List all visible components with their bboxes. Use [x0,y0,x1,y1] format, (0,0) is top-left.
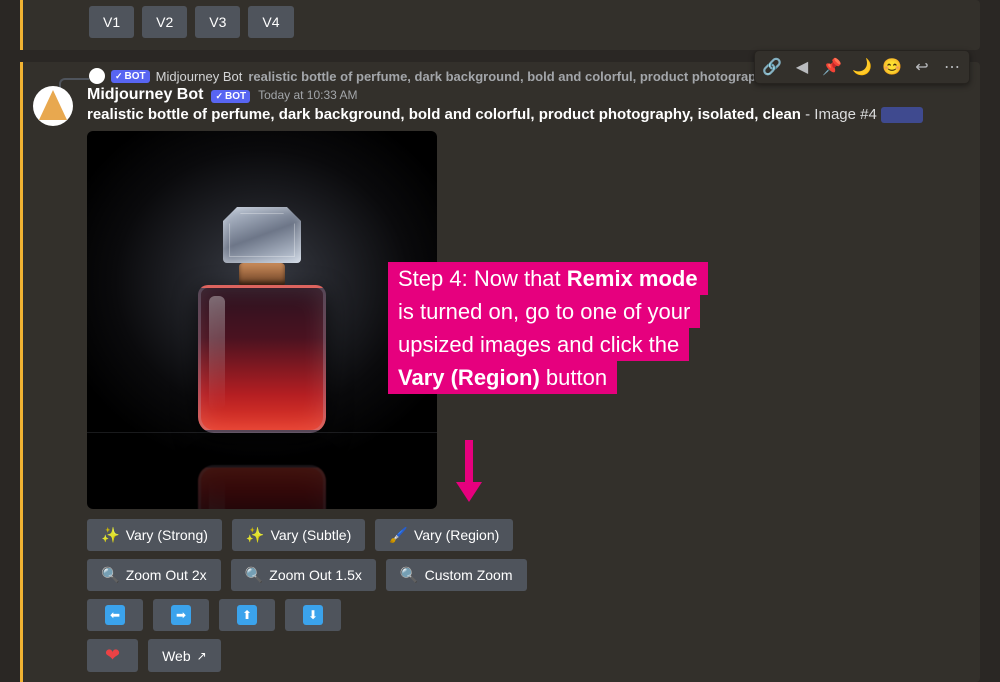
author-name[interactable]: Midjourney Bot [87,86,203,104]
author-bot-tag: BOT [211,90,250,103]
moon-icon[interactable]: 🌙 [847,53,877,81]
btn-label: Custom Zoom [425,567,513,583]
reply-author: Midjourney Bot [156,69,243,84]
annotation-arrow [460,440,476,500]
action-row-2: 🔍 Zoom Out 2x 🔍 Zoom Out 1.5x 🔍 Custom Zoom [87,559,970,591]
copy-link-icon[interactable]: 🔗 [757,53,787,81]
pan-down-button[interactable]: ⬇ [285,599,341,631]
prompt-text: realistic bottle of perfume, dark backgr… [87,106,801,123]
v1-label: V1 [103,14,120,30]
author-avatar[interactable] [33,86,73,126]
bot-tag-text: BOT [125,71,146,82]
reply-avatar [89,68,105,84]
action-row-3: ⬅ ➡ ⬆ ⬇ [87,599,970,631]
variation-button-row: V1 V2 V3 V4 [33,6,970,38]
external-link-icon: ↗ [197,649,207,663]
sparkle-icon: ✨ [246,526,265,544]
action-row-1: ✨ Vary (Strong) ✨ Vary (Subtle) 🖌️ Vary (Regi… [87,519,970,551]
annotation-l1a: Step 4: Now that [398,266,567,291]
annotation-l4a: Vary (Region) [398,365,540,390]
v2-button[interactable]: V2 [142,6,187,38]
annotation-l2: is turned on, go to one of your [388,295,700,328]
btn-label: Vary (Subtle) [271,527,352,543]
bot-tag: BOT [111,70,150,83]
vary-subtle-button[interactable]: ✨ Vary (Subtle) [232,519,365,551]
vary-region-button[interactable]: 🖌️ Vary (Region) [375,519,513,551]
action-rows: ✨ Vary (Strong) ✨ Vary (Subtle) 🖌️ Vary (Regi… [87,519,970,672]
user-mention[interactable] [881,107,923,123]
message-timestamp: Today at 10:33 AM [258,88,357,102]
vary-strong-button[interactable]: ✨ Vary (Strong) [87,519,222,551]
annotation-l4b: button [540,365,607,390]
sparkle-icon: 🖌️ [389,526,408,544]
web-button[interactable]: Web ↗ [148,639,221,672]
prompt-line: realistic bottle of perfume, dark backgr… [87,106,970,123]
arrow-icon: ⬆ [237,605,257,625]
more-icon[interactable]: ⋯ [937,53,967,81]
btn-label: Vary (Strong) [126,527,208,543]
zoom-out-1-5x-button[interactable]: 🔍 Zoom Out 1.5x [231,559,376,591]
v4-button[interactable]: V4 [248,6,293,38]
heart-icon: ❤ [105,645,120,666]
prompt-suffix: - Image #4 [801,106,881,123]
arrow-icon: ⬅ [105,605,125,625]
custom-zoom-button[interactable]: 🔍 Custom Zoom [386,559,527,591]
arrow-icon: ⬇ [303,605,323,625]
v2-label: V2 [156,14,173,30]
favorite-button[interactable]: ❤ [87,639,138,672]
action-row-4: ❤ Web ↗ [87,639,970,672]
pan-up-button[interactable]: ⬆ [219,599,275,631]
sparkle-icon: ✨ [101,526,120,544]
pin-icon[interactable]: 📌 [817,53,847,81]
previous-message-block: V1 V2 V3 V4 [20,0,980,50]
generated-image[interactable] [87,131,437,509]
pan-left-button[interactable]: ⬅ [87,599,143,631]
arrow-icon: ➡ [171,605,191,625]
btn-label: Vary (Region) [414,527,499,543]
web-button-label: Web [162,648,191,664]
mark-unread-icon[interactable]: ◀ [787,53,817,81]
author-bot-tag-text: BOT [225,91,246,102]
add-reaction-icon[interactable]: 😊 [877,53,907,81]
v1-button[interactable]: V1 [89,6,134,38]
v3-label: V3 [209,14,226,30]
tutorial-annotation: Step 4: Now that Remix mode is turned on… [388,262,708,394]
message-hover-toolbar: 🔗◀📌🌙😊↩⋯ [754,50,970,84]
annotation-l1b: Remix mode [567,266,698,291]
zoom-out-2x-button[interactable]: 🔍 Zoom Out 2x [87,559,221,591]
magnifier-icon: 🔍 [400,566,419,584]
annotation-l3: upsized images and click the [388,328,689,361]
magnifier-icon: 🔍 [245,566,264,584]
btn-label: Zoom Out 2x [126,567,207,583]
pan-right-button[interactable]: ➡ [153,599,209,631]
btn-label: Zoom Out 1.5x [269,567,362,583]
v4-label: V4 [262,14,279,30]
v3-button[interactable]: V3 [195,6,240,38]
reply-icon[interactable]: ↩ [907,53,937,81]
magnifier-icon: 🔍 [101,566,120,584]
